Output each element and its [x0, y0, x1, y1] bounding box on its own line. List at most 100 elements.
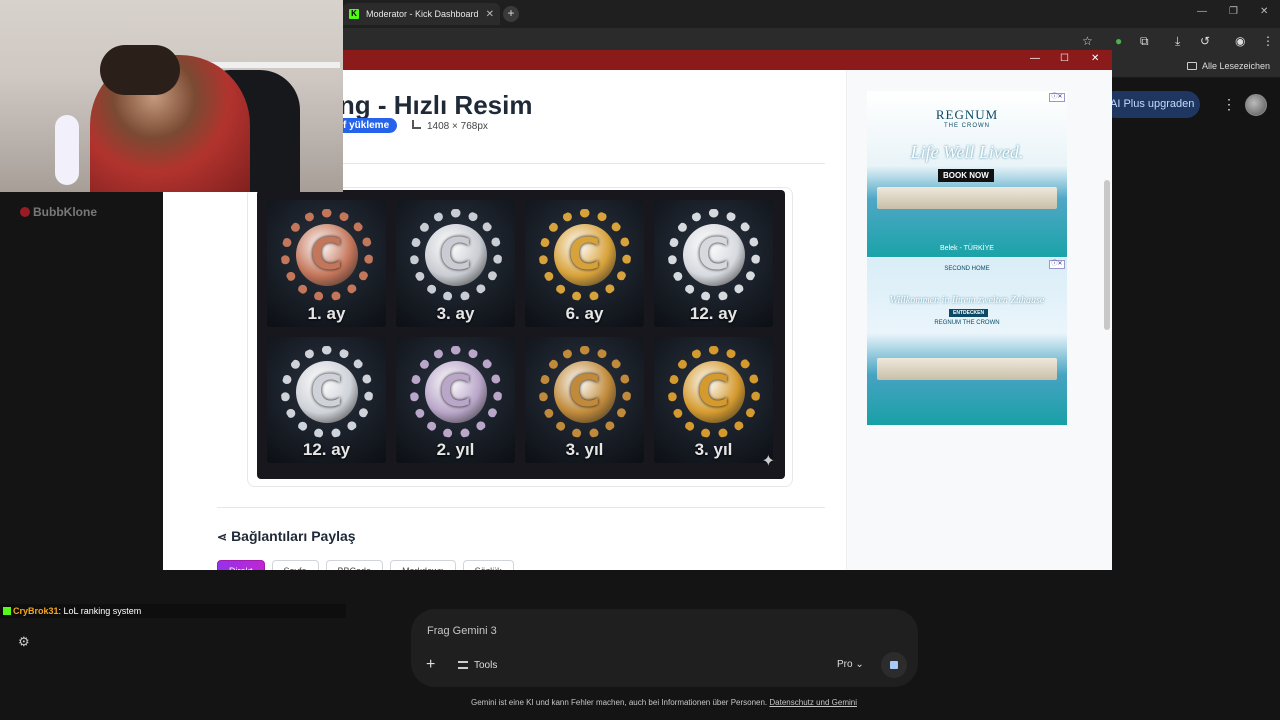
badge-label: 3. yıl [565, 440, 604, 459]
coin-letter: C [568, 365, 601, 417]
profile-icon[interactable]: ◉ [1235, 34, 1245, 48]
chat-text: : LoL ranking system [58, 606, 142, 616]
ad-sidebar: ⓘ✕ REGNUM THE CROWN Life Well Lived. BOO… [846, 70, 1112, 570]
badge-coin-icon: C [280, 345, 373, 438]
ad2-hotel-image [877, 358, 1057, 380]
badge-tile: C 1. ay [267, 200, 386, 327]
close-icon[interactable]: ✕ [486, 9, 494, 20]
tools-button[interactable]: Tools [458, 660, 497, 671]
add-icon[interactable]: + [426, 656, 435, 674]
popup-close-icon[interactable]: ✕ [1091, 53, 1099, 64]
popup-maximize-icon[interactable]: ☐ [1060, 53, 1069, 64]
coin-letter: C [697, 365, 730, 417]
tab-title: Moderator - Kick Dashboard [366, 9, 479, 19]
bookmark-star-icon[interactable]: ☆ [1082, 34, 1093, 48]
badge-grid: C 1. ay C 3. ay C 6. ay C 12. ay C 12. ay C 2. yıl C… [267, 200, 773, 463]
new-tab-button[interactable]: + [503, 6, 519, 22]
divider [330, 163, 825, 164]
privacy-link[interactable]: Datenschutz und Gemini [769, 698, 857, 707]
dimensions-icon [412, 120, 421, 129]
scrollbar[interactable] [1104, 180, 1110, 330]
popup-minimize-icon[interactable]: — [1030, 53, 1040, 64]
coin-letter: C [310, 365, 343, 417]
tab-kick-dashboard[interactable]: K Moderator - Kick Dashboard ✕ [343, 3, 500, 25]
stream-watermark: BubbKlone [20, 205, 97, 219]
share-tab-markdown[interactable]: Markdown [390, 560, 456, 570]
extension-shield-icon[interactable]: ● [1115, 34, 1122, 48]
upgrade-button[interactable]: AI Plus upgraden [1102, 91, 1200, 118]
badge-coin-icon: C [538, 209, 631, 302]
divider [217, 507, 825, 508]
badge-coin-icon: C [538, 345, 631, 438]
badge-coin-icon: C [667, 345, 760, 438]
download-icon[interactable]: ⤓ [1175, 34, 1180, 49]
badge-tile: C 12. ay [267, 336, 386, 463]
disclaimer-text: Gemini ist eine KI und kann Fehler mache… [470, 698, 768, 707]
badge-tile: C 3. yıl [525, 336, 644, 463]
share-tab-direkt[interactable]: Direkt [217, 560, 265, 570]
badge-label: 3. ay [436, 303, 475, 323]
chat-message: CryBrok31: LoL ranking system [0, 604, 346, 618]
ad-slogan: Life Well Lived. [910, 142, 1024, 162]
ad-book-now-button[interactable]: BOOK NOW [938, 169, 994, 182]
all-bookmarks-label: Alle Lesezeichen [1201, 61, 1270, 71]
badge-coin-icon: C [409, 345, 502, 438]
restore-icon[interactable]: ❐ [1229, 6, 1238, 17]
logo-icon [20, 207, 30, 217]
webcam-hair [100, 45, 180, 95]
history-icon[interactable]: ↺ [1200, 34, 1210, 48]
share-tab-bbcode[interactable]: BBCode [325, 560, 384, 570]
tools-icon [458, 661, 468, 669]
ad2-brand: SECOND HOME [944, 266, 990, 272]
badge-tile: C 6. ay [525, 200, 644, 327]
ad-hotel-image [877, 187, 1057, 209]
coin-letter: C [439, 365, 472, 417]
window-close-icon[interactable]: ✕ [1260, 6, 1268, 17]
badge-tile: C 12. ay [654, 200, 773, 327]
share-tab-sözlük[interactable]: Sözlük [462, 560, 514, 570]
preview-image[interactable]: C 1. ay C 3. ay C 6. ay C 12. ay C 12. ay C 2. yıl C… [257, 190, 785, 479]
badge-coin-icon: C [280, 209, 373, 302]
badge-tile: C 3. ay [396, 200, 515, 327]
share-title-text: Bağlantıları Paylaş [231, 528, 356, 544]
page-title: png - Hızlı Resim [323, 90, 533, 120]
badge-tile: C 2. yıl [396, 336, 515, 463]
image-dimensions: 1408 × 768px [412, 120, 488, 132]
extensions-puzzle-icon[interactable]: ⧉ [1140, 34, 1149, 49]
all-bookmarks-button[interactable]: Alle Lesezeichen [1186, 61, 1270, 71]
watermark-text: BubbKlone [33, 205, 97, 219]
avatar[interactable] [1245, 94, 1267, 116]
share-tab-sayfa[interactable]: Sayfa [271, 560, 319, 570]
dimensions-text: 1408 × 768px [427, 121, 488, 132]
folder-icon [1186, 62, 1197, 70]
badge-label: 12. ay [689, 303, 738, 323]
coin-letter: C [568, 229, 601, 281]
badge-label: 6. ay [565, 303, 604, 323]
badge-coin-icon: C [409, 209, 502, 302]
adchoices-icon[interactable]: ⓘ✕ [1049, 93, 1065, 102]
disclaimer: Gemini ist eine KI und kann Fehler mache… [0, 698, 1280, 707]
sparkle-icon: ✦ [761, 453, 775, 470]
model-select[interactable]: Pro ⌄ [837, 659, 864, 670]
gear-icon[interactable]: ⚙ [18, 634, 30, 650]
stop-button[interactable] [881, 652, 907, 678]
kick-icon: K [349, 9, 359, 19]
tools-label: Tools [474, 660, 498, 671]
webcam-overlay [0, 0, 343, 192]
prompt-input[interactable]: Frag Gemini 3 [427, 625, 497, 637]
webcam-lamp [55, 115, 79, 185]
badge-tile: C 3. yıl [654, 336, 773, 463]
more-options-icon[interactable]: ⋮ [1222, 96, 1236, 113]
ad-sub: THE CROWN [944, 123, 990, 129]
chat-username: CryBrok31 [13, 606, 59, 616]
ad-banner-second-home[interactable]: ⓘ✕ SECOND HOME Willkommen in Ihrem zweit… [867, 258, 1067, 425]
menu-kebab-icon[interactable]: ⋮ [1262, 34, 1274, 48]
minimize-icon[interactable]: — [1197, 6, 1207, 17]
ad2-slogan: Willkommen in Ihrem zweiten Zuhause [889, 295, 1045, 306]
ad-banner-regnum[interactable]: ⓘ✕ REGNUM THE CROWN Life Well Lived. BOO… [867, 91, 1067, 257]
prompt-composer: Frag Gemini 3 + Tools Pro ⌄ [411, 609, 918, 687]
ad2-cta-button[interactable]: ENTDECKEN [949, 309, 989, 317]
kick-badge-icon [3, 607, 11, 615]
share-tabs: Direkt Sayfa BBCode Markdown Sözlük [217, 560, 514, 570]
ad-location: Belek - TÜRKİYE [940, 245, 994, 252]
